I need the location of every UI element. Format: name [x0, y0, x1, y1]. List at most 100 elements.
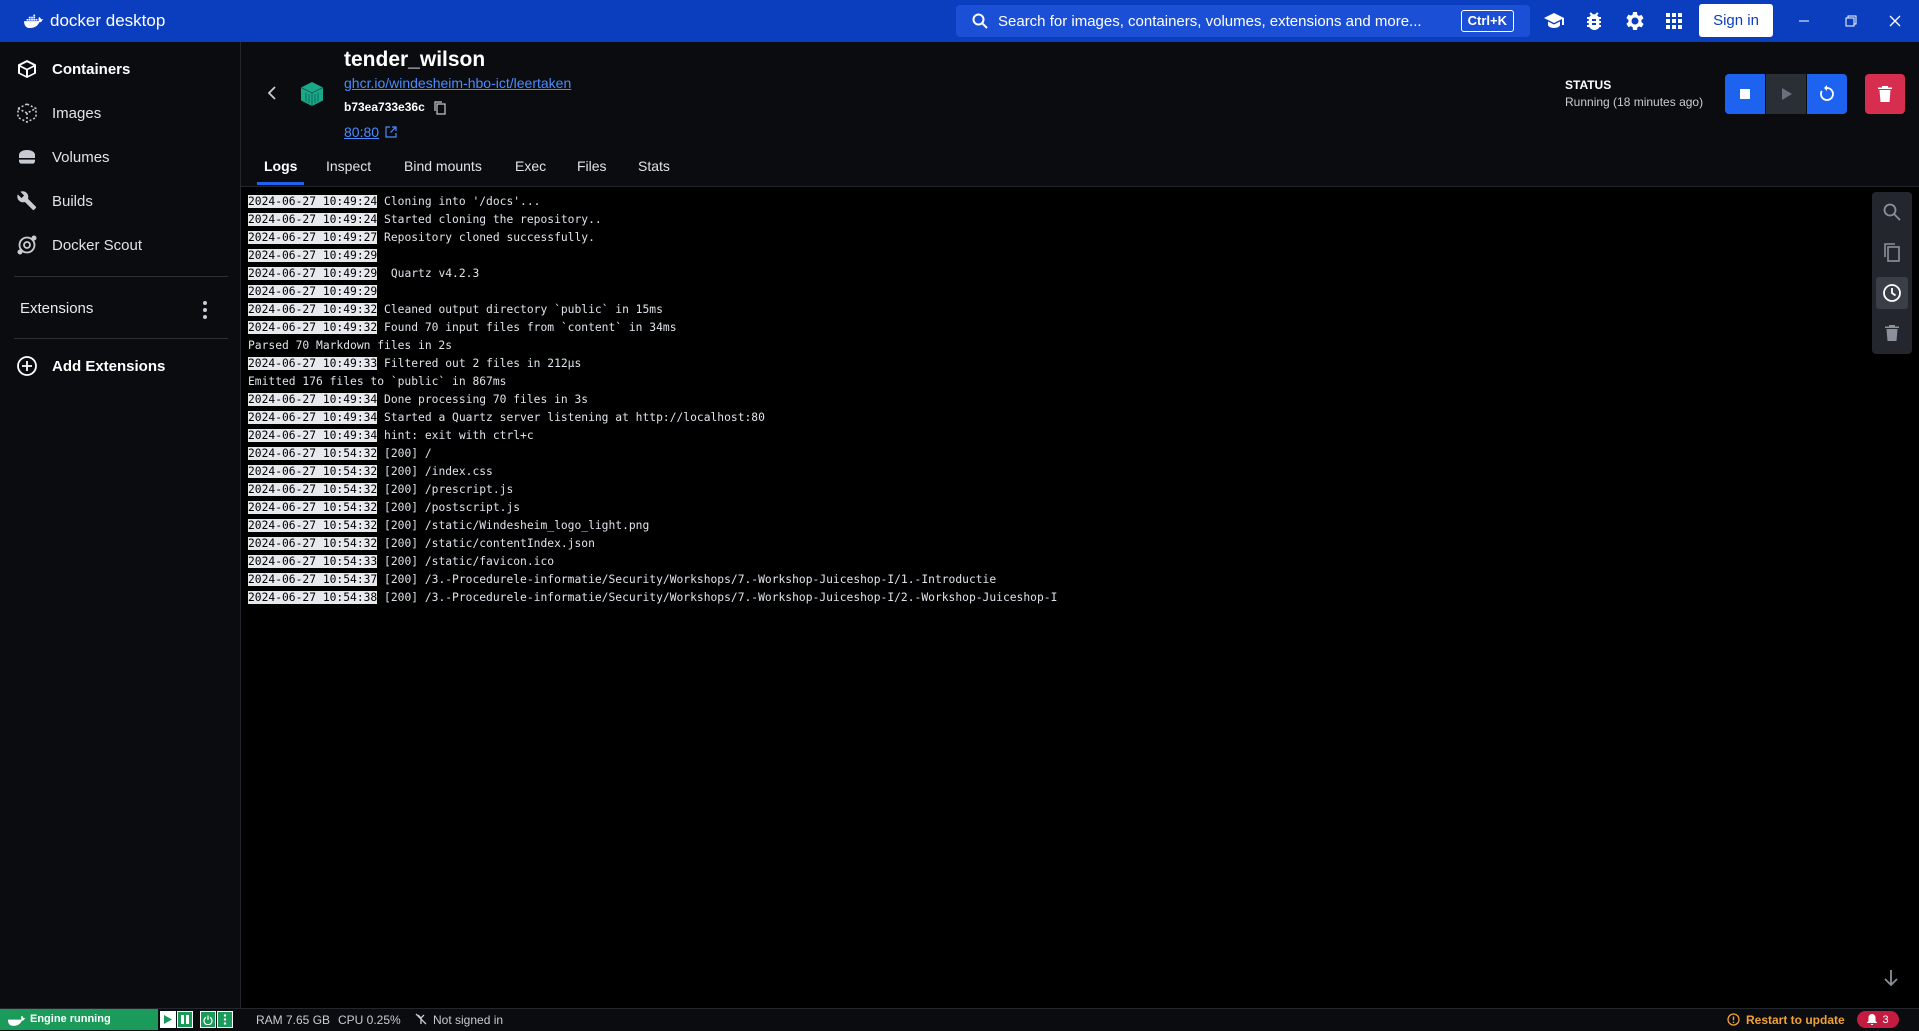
ram-usage: RAM 7.65 GB — [256, 1013, 331, 1027]
log-timestamp: 2024-06-27 10:54:37 — [248, 573, 378, 586]
tab-exec[interactable]: Exec — [515, 158, 546, 174]
tab-bar — [241, 146, 1919, 187]
images-icon — [17, 103, 37, 123]
more-vertical-icon — [223, 1014, 227, 1025]
tab-bind-mounts[interactable]: Bind mounts — [404, 158, 482, 174]
log-timestamp: 2024-06-27 10:54:32 — [248, 501, 378, 514]
log-timestamp: 2024-06-27 10:49:32 — [248, 321, 378, 334]
log-search-button[interactable] — [1876, 196, 1908, 228]
stop-button[interactable] — [1725, 74, 1765, 114]
engine-more-button[interactable] — [217, 1011, 233, 1028]
scroll-to-bottom-icon[interactable] — [1881, 968, 1901, 988]
log-message: Cloning into '/docs'... — [377, 195, 541, 208]
sidebar-item-builds[interactable]: Builds — [16, 187, 226, 215]
log-timestamp: 2024-06-27 10:54:33 — [248, 555, 378, 568]
tab-files[interactable]: Files — [577, 158, 607, 174]
log-message: [200] /static/favicon.ico — [377, 555, 555, 568]
log-line: 2024-06-27 10:49:32 Cleaned output direc… — [248, 301, 1848, 319]
log-line: 2024-06-27 10:49:29 Quartz v4.2.3 — [248, 265, 1848, 283]
notifications-badge[interactable]: 3 — [1857, 1011, 1899, 1028]
container-id: b73ea733e36c — [344, 100, 425, 114]
log-copy-button[interactable] — [1876, 236, 1908, 268]
cpu-usage: CPU 0.25% — [338, 1013, 401, 1027]
status-text: Running (18 minutes ago) — [1565, 95, 1704, 109]
log-timestamps-button[interactable] — [1876, 277, 1908, 309]
sidebar-item-volumes[interactable]: Volumes — [16, 143, 226, 171]
sidebar-item-docker-scout[interactable]: Docker Scout — [16, 231, 226, 259]
log-message: [200] /3.-Procedurele-informatie/Securit… — [377, 573, 997, 586]
restart-button[interactable] — [1807, 74, 1847, 114]
active-tab-indicator — [257, 182, 304, 185]
start-button[interactable] — [1766, 74, 1806, 114]
sign-in-button[interactable]: Sign in — [1699, 4, 1773, 37]
tab-logs[interactable]: Logs — [264, 158, 297, 174]
log-output[interactable]: 2024-06-27 10:49:24 Cloning into '/docs'… — [248, 193, 1848, 607]
log-message: [200] /static/Windesheim_logo_light.png — [377, 519, 650, 532]
play-icon — [164, 1015, 172, 1024]
log-message: Started a Quartz server listening at htt… — [377, 411, 765, 424]
container-image-link[interactable]: ghcr.io/windesheim-hbo-ict/leertaken — [344, 75, 571, 91]
engine-status-text: Engine running — [30, 1013, 111, 1025]
grid-apps-icon[interactable] — [1664, 11, 1684, 31]
app-title: docker desktop — [50, 11, 166, 30]
log-timestamp: 2024-06-27 10:54:32 — [248, 519, 378, 532]
log-line: 2024-06-27 10:54:32 [200] / — [248, 445, 1848, 463]
log-message: Parsed 70 Markdown files in 2s — [248, 339, 453, 352]
log-line: 2024-06-27 10:49:24 Cloning into '/docs'… — [248, 193, 1848, 211]
log-line: Emitted 176 files to `public` in 867ms — [248, 373, 1848, 391]
tab-stats[interactable]: Stats — [638, 158, 670, 174]
sidebar-item-label: Volumes — [52, 148, 110, 166]
restore-icon[interactable] — [1840, 10, 1862, 32]
copy-icon[interactable] — [434, 101, 446, 115]
search-icon — [1883, 203, 1901, 221]
sign-in-status[interactable]: Not signed in — [433, 1013, 503, 1027]
sidebar-item-containers[interactable]: Containers — [16, 55, 226, 83]
log-timestamp: 2024-06-27 10:49:32 — [248, 303, 378, 316]
engine-pause-button[interactable] — [177, 1011, 193, 1028]
engine-resume-button[interactable] — [160, 1011, 176, 1028]
log-line: 2024-06-27 10:54:32 [200] /prescript.js — [248, 481, 1848, 499]
container-port-link[interactable]: 80:80 — [344, 124, 379, 140]
sidebar-item-images[interactable]: Images — [16, 99, 226, 127]
log-message: [200] /prescript.js — [377, 483, 514, 496]
log-line: 2024-06-27 10:54:32 [200] /index.css — [248, 463, 1848, 481]
tab-inspect[interactable]: Inspect — [326, 158, 371, 174]
log-line: 2024-06-27 10:49:29 — [248, 283, 1848, 301]
restart-icon — [1820, 85, 1834, 101]
container-name: tender_wilson — [344, 48, 486, 71]
docker-scout-icon — [17, 235, 37, 255]
restart-to-update-link[interactable]: Restart to update — [1746, 1013, 1845, 1027]
copy-icon — [1884, 243, 1900, 262]
log-message: [200] /static/contentIndex.json — [377, 537, 595, 550]
trash-icon — [1885, 325, 1899, 341]
bell-icon — [1867, 1014, 1878, 1025]
external-link-icon[interactable] — [385, 126, 397, 138]
settings-gear-icon[interactable] — [1624, 11, 1644, 31]
log-message: Cleaned output directory `public` in 15m… — [377, 303, 663, 316]
sidebar-divider — [14, 338, 228, 339]
builds-wrench-icon — [17, 191, 37, 211]
extensions-more-icon[interactable] — [196, 298, 214, 322]
close-icon[interactable] — [1884, 10, 1906, 32]
search-icon — [972, 13, 988, 29]
play-icon — [1782, 88, 1792, 100]
log-line: 2024-06-27 10:49:32 Found 70 input files… — [248, 319, 1848, 337]
log-line: 2024-06-27 10:54:32 [200] /static/Windes… — [248, 517, 1848, 535]
global-search[interactable]: Search for images, containers, volumes, … — [956, 5, 1530, 37]
back-chevron-icon[interactable] — [264, 84, 280, 102]
learning-center-icon[interactable] — [1544, 11, 1564, 31]
bug-icon[interactable] — [1584, 11, 1604, 31]
log-timestamp: 2024-06-27 10:54:32 — [248, 537, 378, 550]
delete-button[interactable] — [1865, 74, 1905, 114]
log-message: Filtered out 2 files in 212µs — [377, 357, 582, 370]
add-extensions-button[interactable]: Add Extensions — [16, 352, 226, 380]
search-shortcut-badge: Ctrl+K — [1460, 10, 1514, 32]
log-timestamp: 2024-06-27 10:49:24 — [248, 195, 378, 208]
log-timestamp: 2024-06-27 10:49:34 — [248, 393, 378, 406]
log-message: Emitted 176 files to `public` in 867ms — [248, 375, 507, 388]
log-line: 2024-06-27 10:54:33 [200] /static/favico… — [248, 553, 1848, 571]
minimize-icon[interactable] — [1793, 10, 1815, 32]
add-circle-icon — [17, 356, 37, 376]
engine-power-button[interactable] — [200, 1011, 216, 1028]
log-clear-button[interactable] — [1876, 317, 1908, 349]
